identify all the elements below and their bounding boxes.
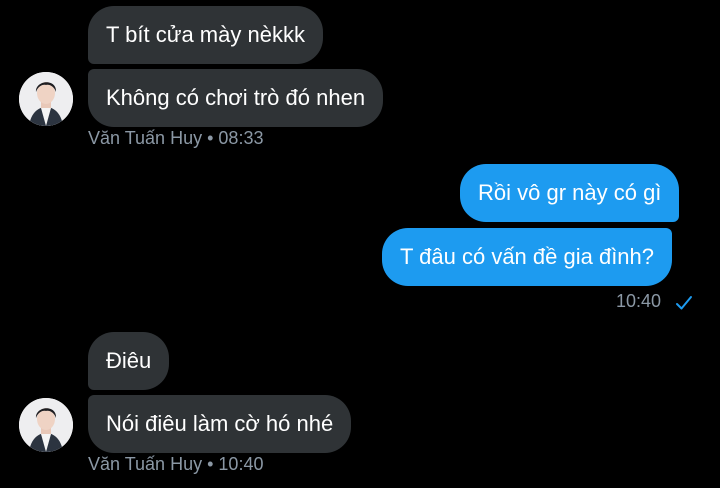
incoming-message-bubble[interactable]: Điêu xyxy=(88,332,170,390)
outgoing-message-bubble[interactable]: T đâu có vấn đề gia đình? xyxy=(382,228,673,286)
incoming-message-bubble[interactable]: T bít cửa mày nèkkk xyxy=(88,6,323,64)
sender-name: Văn Tuấn Huy xyxy=(88,128,203,148)
message-meta: Văn Tuấn Huy • 10:40 xyxy=(88,454,263,475)
sender-avatar[interactable] xyxy=(19,398,73,452)
message-text: Không có chơi trò đó nhen xyxy=(106,85,366,110)
message-meta: Văn Tuấn Huy • 08:33 xyxy=(88,128,263,149)
message-time: 08:33 xyxy=(218,128,264,148)
meta-separator: • xyxy=(207,128,214,148)
message-text: Rồi vô gr này có gì xyxy=(478,180,662,205)
message-text: Nói điêu làm cờ hó nhé xyxy=(106,411,334,436)
avatar-image xyxy=(19,398,73,452)
message-text: Điêu xyxy=(106,348,152,373)
message-time: 10:40 xyxy=(218,454,264,474)
incoming-message-bubble[interactable]: Không có chơi trò đó nhen xyxy=(88,69,384,127)
avatar-image xyxy=(19,72,73,126)
meta-separator: • xyxy=(207,454,214,474)
sender-name: Văn Tuấn Huy xyxy=(88,454,203,474)
message-text: T đâu có vấn đề gia đình? xyxy=(400,244,655,269)
incoming-message-bubble[interactable]: Nói điêu làm cờ hó nhé xyxy=(88,395,352,453)
sender-avatar[interactable] xyxy=(19,72,73,126)
read-check-icon xyxy=(676,296,692,310)
message-text: T bít cửa mày nèkkk xyxy=(106,22,305,47)
outgoing-message-bubble[interactable]: Rồi vô gr này có gì xyxy=(460,164,680,222)
message-time: 10:40 xyxy=(616,291,662,311)
